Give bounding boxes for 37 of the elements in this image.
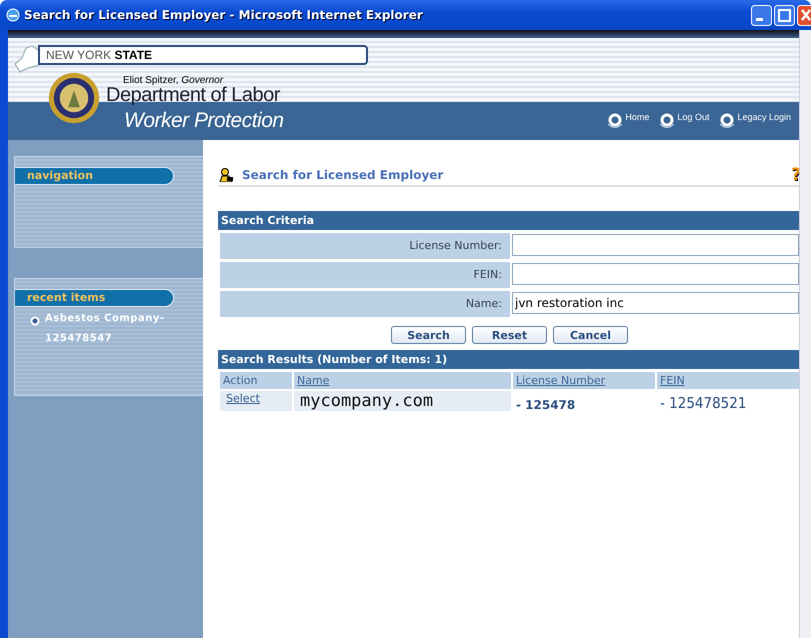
window-title: Search for Licensed Employer - Microsoft Internet Explorer <box>24 8 424 22</box>
input-field[interactable]: jvn restoration inc <box>512 292 799 314</box>
section-header: Search Results (Number of Items: 1) <box>218 350 801 369</box>
scrollbar[interactable] <box>799 30 811 638</box>
division-name: Worker Protection <box>124 109 284 133</box>
bullet-icon <box>30 316 40 326</box>
minimize-icon[interactable] <box>751 5 772 26</box>
form-button[interactable]: Reset <box>472 326 547 344</box>
governor-name: Eliot Spitzer, Governor <box>123 75 224 86</box>
worker-icon <box>218 168 234 182</box>
ring-icon <box>659 112 676 130</box>
state-name: NEW YORK STATE <box>38 45 368 65</box>
section-title: navigation <box>15 167 174 185</box>
header-link[interactable]: Home <box>625 112 650 122</box>
section-title: recent items <box>15 289 174 307</box>
form-button[interactable]: Cancel <box>553 326 628 344</box>
table-cell: - 125478521 <box>660 394 746 412</box>
input-field[interactable] <box>512 263 799 285</box>
close-icon[interactable] <box>797 5 811 26</box>
maximize-icon[interactable] <box>774 5 795 26</box>
column-header: Action <box>223 374 258 387</box>
header-link[interactable]: Legacy Login <box>737 112 791 122</box>
department-name: Department of Labor <box>106 84 280 107</box>
field-label: License Number: <box>220 233 510 259</box>
table-cell: - 125478 <box>516 398 576 412</box>
column-header-link[interactable]: FEIN <box>660 374 685 387</box>
ring-icon <box>719 112 736 130</box>
form-button[interactable]: Search <box>391 326 466 344</box>
page-title: Search for Licensed Employer <box>242 168 444 182</box>
header-link[interactable]: Log Out <box>677 112 710 122</box>
ring-icon <box>607 112 624 130</box>
field-label: Name: <box>220 291 510 317</box>
column-header-link[interactable]: Name <box>297 374 330 387</box>
input-field[interactable] <box>512 234 799 256</box>
table-cell: mycompany.com <box>300 391 434 411</box>
section-header: Search Criteria <box>218 211 801 230</box>
field-label: FEIN: <box>220 262 510 288</box>
